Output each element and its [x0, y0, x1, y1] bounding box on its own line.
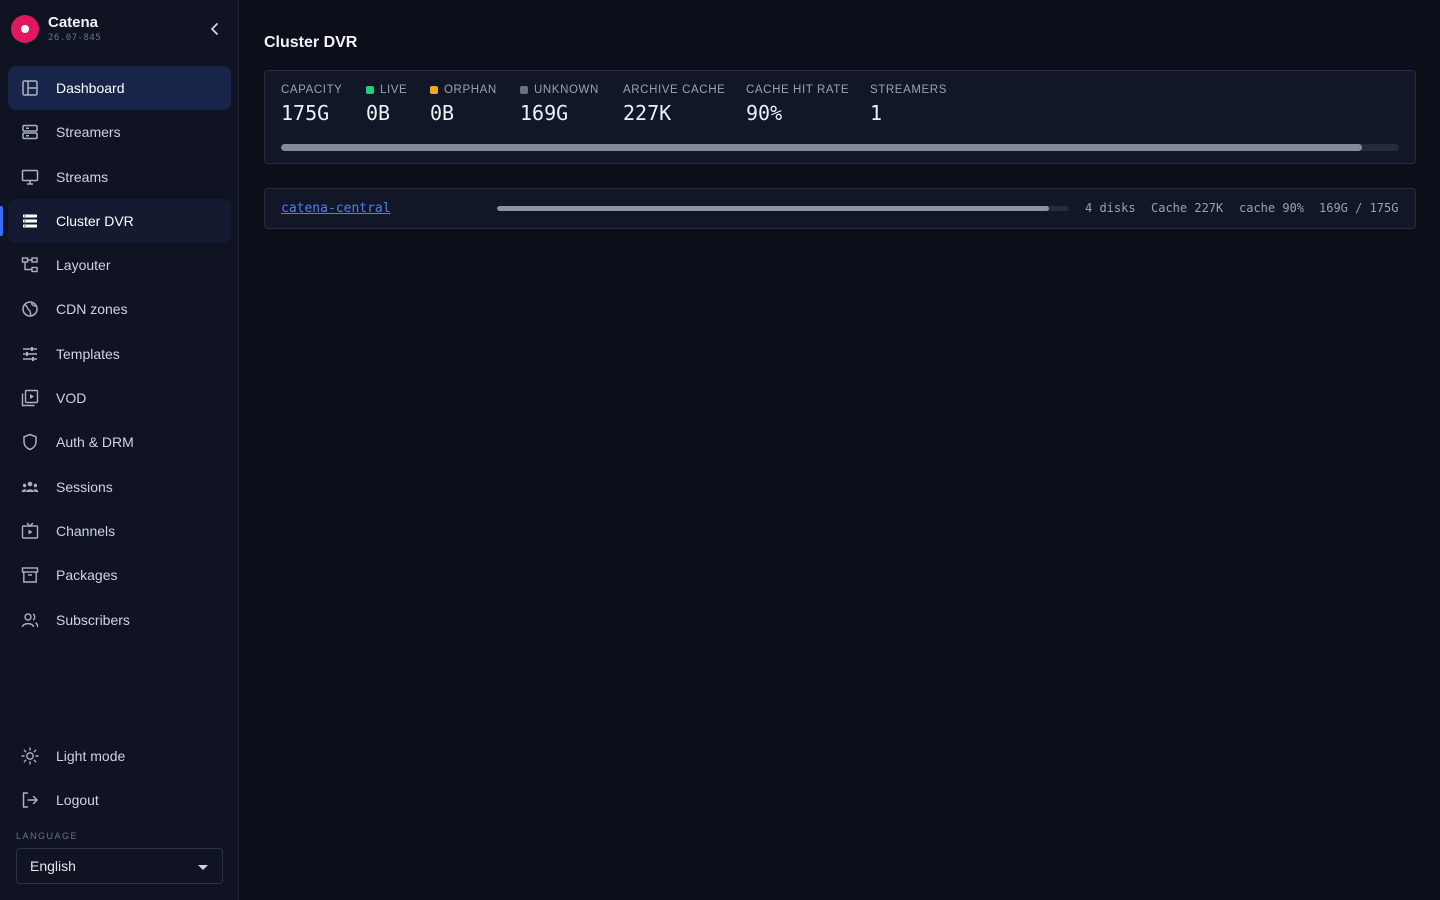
sidebar-item-label: Subscribers [56, 611, 130, 628]
light-mode-label: Light mode [56, 748, 126, 764]
sidebar-item-dashboard[interactable]: Dashboard [8, 66, 231, 110]
sidebar-item-cdn-zones[interactable]: CDN zones [8, 287, 231, 331]
monitor-icon [20, 167, 40, 187]
stat-label: ORPHAN [444, 84, 497, 96]
archive-box-icon [20, 565, 40, 585]
sidebar-item-label: Streamers [56, 124, 121, 141]
stat-label: ARCHIVE CACHE [623, 84, 726, 96]
users-group-icon [20, 477, 40, 497]
node-usage-bar [497, 206, 1069, 211]
main-nav: Dashboard Streamers Streams Cluster DVR … [0, 66, 231, 642]
bottom-nav: Light mode Logout [8, 734, 231, 823]
stat-label: CACHE HIT RATE [746, 84, 850, 96]
sun-icon [20, 746, 40, 766]
stat-archive-cache: ARCHIVE CACHE 227K [623, 84, 725, 125]
sidebar-item-label: Dashboard [56, 80, 125, 96]
stat-value: 0B [366, 101, 391, 125]
app-name: Catena [48, 14, 99, 31]
logout-label: Logout [56, 792, 99, 809]
sidebar-item-label: Auth & DRM [56, 434, 134, 451]
stat-value: 0B [430, 101, 455, 125]
sidebar-item-streams[interactable]: Streams [8, 155, 231, 199]
page-title: Cluster DVR [264, 34, 358, 51]
node-row: catena-central 4 disks Cache 227K cache … [264, 188, 1416, 229]
stat-label: STREAMERS [870, 84, 947, 96]
logout-button[interactable]: Logout [8, 778, 231, 822]
sidebar-item-sessions[interactable]: Sessions [8, 465, 231, 509]
sidebar-item-packages[interactable]: Packages [8, 553, 231, 597]
node-usage-fill [497, 206, 1049, 211]
stat-label: UNKNOWN [534, 84, 599, 96]
dashboard-icon [20, 78, 40, 98]
sidebar-item-label: Cluster DVR [56, 212, 134, 229]
tv-icon [20, 521, 40, 541]
node-cache: Cache 227K [1151, 201, 1224, 215]
shield-icon [20, 432, 40, 452]
caret-down-icon [198, 865, 208, 870]
sidebar-item-subscribers[interactable]: Subscribers [8, 598, 231, 642]
capacity-usage-fill [281, 144, 1363, 151]
storage-list-icon [20, 211, 40, 231]
node-disks: 4 disks [1085, 201, 1136, 215]
video-library-icon [20, 388, 40, 408]
sidebar-item-label: Packages [56, 567, 118, 584]
logout-icon [20, 790, 40, 810]
unknown-legend-dot [520, 86, 528, 94]
orphan-legend-dot [430, 86, 438, 94]
stat-value: 227K [623, 101, 672, 125]
sidebar-item-label: CDN zones [56, 301, 128, 318]
node-usage: 169G / 175G [1319, 201, 1399, 215]
stat-cache-hit-rate: CACHE HIT RATE 90% [746, 84, 849, 125]
language-label: LANGUAGE [16, 831, 79, 841]
sidebar-item-label: Streams [56, 168, 109, 185]
sidebar-item-cluster-dvr[interactable]: Cluster DVR [0, 198, 231, 243]
sidebar-item-layouter[interactable]: Layouter [8, 243, 231, 287]
stat-unknown: UNKNOWN 169G [520, 84, 599, 125]
stat-value: 1 [870, 101, 883, 125]
users-icon [20, 610, 40, 630]
stat-value: 90% [746, 101, 783, 125]
node-name-link[interactable]: catena-central [281, 201, 391, 216]
stat-label: CAPACITY [281, 84, 343, 96]
sidebar-item-vod[interactable]: VOD [8, 376, 231, 420]
language-value: English [30, 858, 76, 874]
stat-value: 175G [281, 101, 330, 125]
app-version: 26.07-845 [48, 33, 102, 43]
globe-icon [20, 299, 40, 319]
brand: Catena 26.07-845 [10, 12, 230, 46]
stat-label: LIVE [380, 84, 408, 96]
sidebar-item-label: Channels [56, 522, 116, 539]
chevron-left-icon [211, 23, 218, 35]
sidebar-item-auth-drm[interactable]: Auth & DRM [8, 420, 231, 464]
sidebar-item-templates[interactable]: Templates [8, 332, 231, 376]
stat-live: LIVE 0B [366, 84, 407, 125]
sidebar-item-label: VOD [56, 390, 87, 407]
language-select[interactable]: English [16, 848, 223, 884]
sidebar-item-channels[interactable]: Channels [8, 509, 231, 553]
layout-tree-icon [20, 255, 40, 275]
capacity-usage-bar [281, 144, 1399, 151]
sliders-icon [20, 344, 40, 364]
dvr-summary-card: CAPACITY 175G LIVE 0B ORPHAN 0B UNKNOWN … [264, 70, 1416, 164]
stat-streamers: STREAMERS 1 [870, 84, 947, 125]
node-cache-rate: cache 90% [1239, 201, 1305, 215]
collapse-sidebar-button[interactable] [205, 17, 225, 41]
sidebar-item-label: Sessions [56, 478, 113, 495]
server-icon [20, 122, 40, 142]
sidebar: Catena 26.07-845 Dashboard Streamers Str… [0, 0, 239, 900]
brand-logo [11, 15, 39, 43]
sidebar-item-streamers[interactable]: Streamers [8, 110, 231, 154]
stat-orphan: ORPHAN 0B [430, 84, 497, 125]
light-mode-button[interactable]: Light mode [8, 734, 231, 778]
stat-value: 169G [520, 101, 569, 125]
live-legend-dot [366, 86, 374, 94]
stat-capacity: CAPACITY 175G [281, 84, 342, 125]
sidebar-item-label: Layouter [56, 257, 111, 274]
sidebar-item-label: Templates [56, 345, 120, 362]
